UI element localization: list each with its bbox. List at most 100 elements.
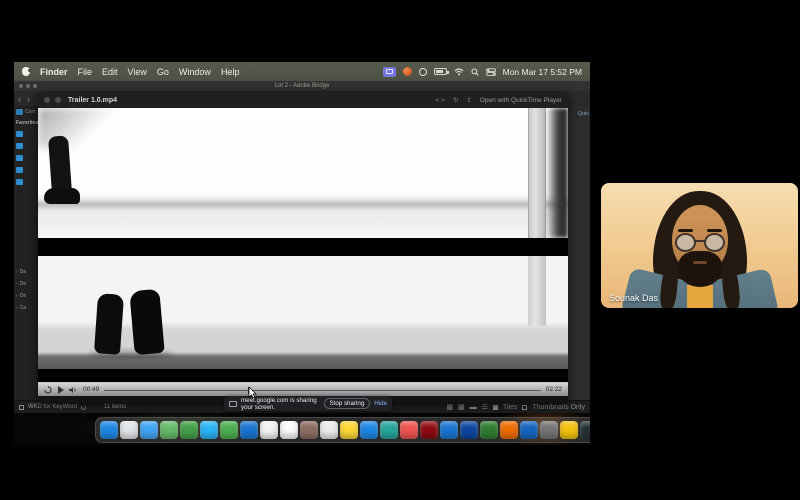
preview-filename: Trailer 1.0.mp4 [68,97,117,104]
battery-icon[interactable] [434,68,447,75]
leg-blur-shape [546,108,568,238]
menu-edit[interactable]: Edit [102,67,118,77]
letterbox-band [38,369,568,382]
loop-icon[interactable] [44,386,52,394]
person-shirt [687,285,713,308]
sidebar-folder-item[interactable] [14,140,38,152]
preview-header: Trailer 1.0.mp4 <·> ↻ ⇪ Open with QuickT… [38,92,568,108]
screen-icon [229,401,237,407]
bridge-titlebar[interactable]: Lot 2 - Adobe Bridge [14,81,590,91]
dock-icon-app-store[interactable] [440,421,458,439]
player-controls: 00:49 02:22 [38,382,568,396]
sock-foot-right [129,289,164,355]
dock-icon-messages[interactable] [180,421,198,439]
hide-banner-link[interactable]: Hide [374,400,387,407]
dock-icon-app-teal[interactable] [380,421,398,439]
volume-icon[interactable] [69,386,78,394]
embed-code-icon[interactable]: <·> [435,97,445,104]
person-eyebrow [707,229,722,232]
glasses-bridge [695,240,705,242]
dock-icon-mail[interactable] [360,421,378,439]
menu-window[interactable]: Window [179,67,211,77]
video-frame-top [38,108,568,238]
participant-video-tile[interactable]: Sounak Das [601,183,798,308]
sidebar-folder-item[interactable] [14,128,38,140]
back-button[interactable]: ‹ [18,94,21,104]
dock-icon-calendar[interactable] [280,421,298,439]
current-time: 00:49 [83,386,99,393]
play-button[interactable] [57,386,64,394]
sidebar-folder-item[interactable] [14,176,38,188]
sidebar-group-da[interactable]: ›Da [14,266,38,278]
dock-icon-safari[interactable] [240,421,258,439]
dock-icon-app-navy[interactable] [460,421,478,439]
grid-large-view-icon[interactable]: ▦ [458,403,465,411]
dock-icon-globe[interactable] [540,421,558,439]
dock-icon-app-cyan[interactable] [200,421,218,439]
sock-foot-shape [44,188,80,204]
dock-icon-adobe-orange[interactable] [500,421,518,439]
sidebar-folder-item[interactable] [14,152,38,164]
grid-view-icon[interactable]: ▦ [446,403,453,411]
dock-icon-app-light[interactable] [320,421,338,439]
dock-icon-folder-brown[interactable] [300,421,318,439]
folder-icon [16,179,23,185]
dock-icon-excel[interactable] [480,421,498,439]
dock-icon-photoshop-dark[interactable] [580,421,590,439]
screen-share-indicator-icon[interactable] [383,67,396,77]
tiles-label: Tiles [503,404,518,411]
clock-icon[interactable] [419,68,427,76]
menu-go[interactable]: Go [157,67,169,77]
thumbnails-only-checkbox[interactable] [522,405,527,410]
rotate-icon[interactable]: ↻ [453,96,458,104]
dock-icon-netflix[interactable] [420,421,438,439]
person-mouth [693,261,707,264]
wifi-icon[interactable] [454,68,464,76]
sidebar-group-on[interactable]: ›On [14,290,38,302]
forward-button[interactable]: › [27,94,30,104]
preview-close-icon[interactable] [44,97,50,103]
total-time: 02:22 [546,386,562,393]
seek-bar[interactable] [104,386,540,394]
dock-icon-facetime[interactable] [220,421,238,439]
dock-icon-photos[interactable] [260,421,278,439]
list-view-icon[interactable]: ☰ [482,403,488,411]
thumbnails-only-label: Thumbnails Only [532,404,585,411]
active-app-name[interactable]: Finder [40,67,68,77]
apple-menu-icon[interactable] [22,67,30,76]
dock-icon-app-green[interactable] [160,421,178,439]
dock-icon-app-blue2[interactable] [520,421,538,439]
bridge-sidebar: Com Favorites ›Da›De›On›Ca [14,106,38,400]
video-content[interactable] [38,108,568,382]
open-with-quicktime-button[interactable]: Open with QuickTime Player [480,97,562,104]
spotlight-icon[interactable] [471,68,479,76]
filter-checkbox[interactable] [19,405,24,410]
dock-icon-chrome[interactable] [560,421,578,439]
sidebar-item-computer[interactable]: Com [14,106,38,118]
sidebar-folder-item[interactable] [14,164,38,176]
sidebar-group-ca[interactable]: ›Ca [14,302,38,314]
dock-icon-app-blue[interactable] [140,421,158,439]
control-center-icon[interactable] [486,68,496,76]
filmstrip-view-icon[interactable]: ▬ [470,404,477,411]
glasses-icon [704,233,725,252]
menu-file[interactable]: File [78,67,93,77]
tiles-checkbox[interactable] [493,405,498,410]
mouse-cursor [248,387,258,399]
preview-zoom-icon[interactable] [55,97,61,103]
dock-icon-music[interactable] [400,421,418,439]
letterbox-band [38,238,568,256]
menu-view[interactable]: View [128,67,147,77]
glasses-icon [675,233,696,252]
dock [95,417,590,443]
record-indicator-icon[interactable] [403,67,412,76]
dock-icon-notes[interactable] [340,421,358,439]
person-beard [678,251,722,287]
sidebar-group-de[interactable]: ›De [14,278,38,290]
dock-icon-launchpad[interactable] [120,421,138,439]
menu-bar-clock[interactable]: Mon Mar 17 5:52 PM [503,67,582,77]
stop-sharing-button[interactable]: Stop sharing [324,398,371,409]
menu-help[interactable]: Help [221,67,240,77]
dock-icon-finder[interactable] [100,421,118,439]
share-icon[interactable]: ⇪ [466,96,471,104]
